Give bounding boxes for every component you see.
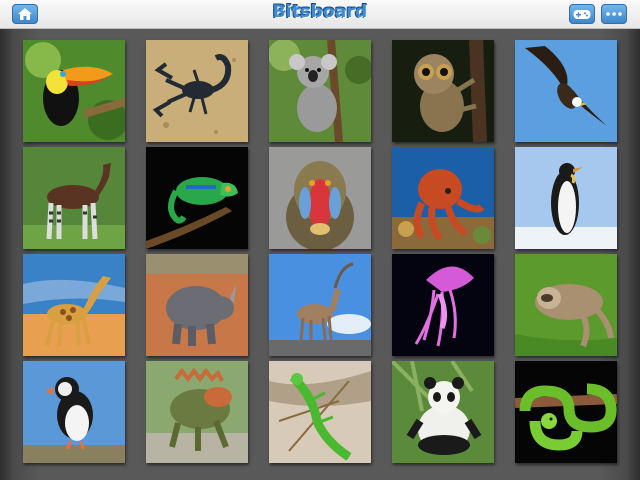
- okapi-image: [23, 147, 125, 249]
- tarsier-image: [392, 40, 494, 142]
- basilisk-lizard-image: [269, 361, 371, 463]
- app-title: Bitsboard: [272, 2, 368, 22]
- sloth-image: [515, 254, 617, 356]
- tile-mandrill[interactable]: [269, 147, 371, 249]
- tile-chameleon[interactable]: [146, 147, 248, 249]
- tile-penguin[interactable]: [515, 147, 617, 249]
- tile-koala[interactable]: [269, 40, 371, 142]
- more-button[interactable]: [601, 4, 627, 24]
- tile-scorpion[interactable]: [146, 40, 248, 142]
- tile-jellyfish[interactable]: [392, 254, 494, 356]
- tile-tarsier[interactable]: [392, 40, 494, 142]
- tile-basilisk-lizard[interactable]: [269, 361, 371, 463]
- gamepad-icon: [573, 9, 591, 20]
- tile-bald-eagle[interactable]: [515, 40, 617, 142]
- iguana-image: [146, 361, 248, 463]
- rhinoceros-image: [146, 254, 248, 356]
- tile-rhinoceros[interactable]: [146, 254, 248, 356]
- tile-octopus[interactable]: [392, 147, 494, 249]
- tile-green-python[interactable]: [515, 361, 617, 463]
- puffin-image: [23, 361, 125, 463]
- tile-toucan[interactable]: [23, 40, 125, 142]
- koala-image: [269, 40, 371, 142]
- tile-puffin[interactable]: [23, 361, 125, 463]
- tile-giraffe[interactable]: [23, 254, 125, 356]
- ellipsis-icon: [606, 12, 622, 16]
- tile-iguana[interactable]: [146, 361, 248, 463]
- tile-sloth[interactable]: [515, 254, 617, 356]
- bald-eagle-image: [515, 40, 617, 142]
- tile-panda[interactable]: [392, 361, 494, 463]
- mandrill-image: [269, 147, 371, 249]
- scorpion-image: [146, 40, 248, 142]
- board-grid: [0, 29, 640, 480]
- green-python-image: [515, 361, 617, 463]
- chameleon-image: [146, 147, 248, 249]
- giraffe-image: [23, 254, 125, 356]
- games-button[interactable]: [569, 4, 595, 24]
- tile-ibex[interactable]: [269, 254, 371, 356]
- panda-image: [392, 361, 494, 463]
- jellyfish-image: [392, 254, 494, 356]
- penguin-image: [515, 147, 617, 249]
- toucan-image: [23, 40, 125, 142]
- top-bar: Bitsboard: [0, 0, 640, 29]
- octopus-image: [392, 147, 494, 249]
- ibex-image: [269, 254, 371, 356]
- tile-okapi[interactable]: [23, 147, 125, 249]
